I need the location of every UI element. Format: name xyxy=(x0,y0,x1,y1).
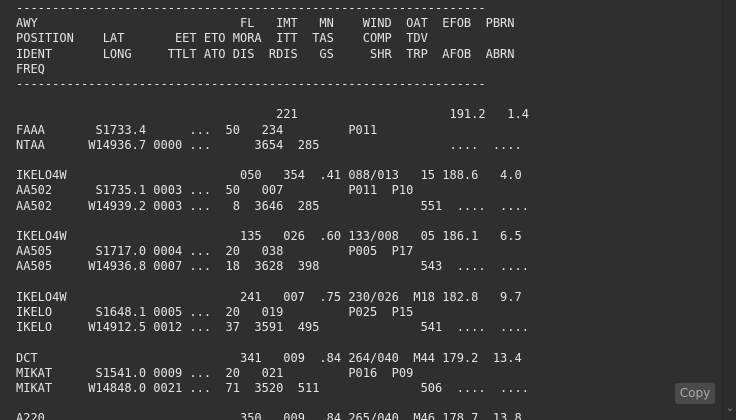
plan-line: IKELO4W 050 354 .41 088/013 15 188.6 4.0 xyxy=(16,168,522,183)
plan-line: IKELO4W 135 026 .60 133/008 05 186.1 6.5 xyxy=(16,229,522,244)
flight-plan-viewer: ----------------------------------------… xyxy=(0,0,736,420)
plan-line: A220 350 009 .84 265/040 M46 178.7 13.8 xyxy=(16,411,522,420)
plan-line: FAAA S1733.4 ... 50 234 P011 xyxy=(16,122,378,137)
plan-line: NTAA W14936.7 0000 ... 3654 285 .... ...… xyxy=(16,137,522,152)
plan-line: IDENT LONG TTLT ATO DIS RDIS GS SHR TRP … xyxy=(16,46,515,61)
plan-line: AA502 S1735.1 0003 ... 50 007 P011 P10 xyxy=(16,183,414,198)
plan-line: DCT 341 009 .84 264/040 M44 179.2 13.4 xyxy=(16,350,522,365)
plan-line: MIKAT W14848.0 0021 ... 71 3520 511 506 … xyxy=(16,381,529,396)
flight-plan-pane: ----------------------------------------… xyxy=(0,0,722,420)
plan-line: IKELO4W 241 007 .75 230/026 M18 182.8 9.… xyxy=(16,289,522,304)
plan-line: AA502 W14939.2 0003 ... 8 3646 285 551 .… xyxy=(16,198,529,213)
scroll-down-arrow-icon[interactable]: ⌄ xyxy=(725,404,735,414)
plan-line: MIKAT S1541.0 0009 ... 20 021 P016 P09 xyxy=(16,365,414,380)
plan-line: POSITION LAT EET ETO MORA ITT TAS COMP T… xyxy=(16,31,428,46)
plan-line: AA505 W14936.8 0007 ... 18 3628 398 543 … xyxy=(16,259,529,274)
plan-line: IKELO S1648.1 0005 ... 20 019 P025 P15 xyxy=(16,305,414,320)
copy-button[interactable]: Copy xyxy=(675,383,715,404)
vertical-scrollbar[interactable]: ⌄ xyxy=(722,0,736,420)
plan-line: FREQ xyxy=(16,61,45,76)
plan-line: IKELO W14912.5 0012 ... 37 3591 495 541 … xyxy=(16,320,529,335)
flight-plan-text: ----------------------------------------… xyxy=(16,1,529,420)
plan-line: AWY FL IMT MN WIND OAT EFOB PBRN xyxy=(16,16,515,31)
plan-line: 221 191.2 1.4 xyxy=(16,107,529,122)
plan-line: AA505 S1717.0 0004 ... 20 038 P005 P17 xyxy=(16,244,414,259)
plan-line: ----------------------------------------… xyxy=(16,1,486,15)
plan-line: ----------------------------------------… xyxy=(16,77,486,92)
